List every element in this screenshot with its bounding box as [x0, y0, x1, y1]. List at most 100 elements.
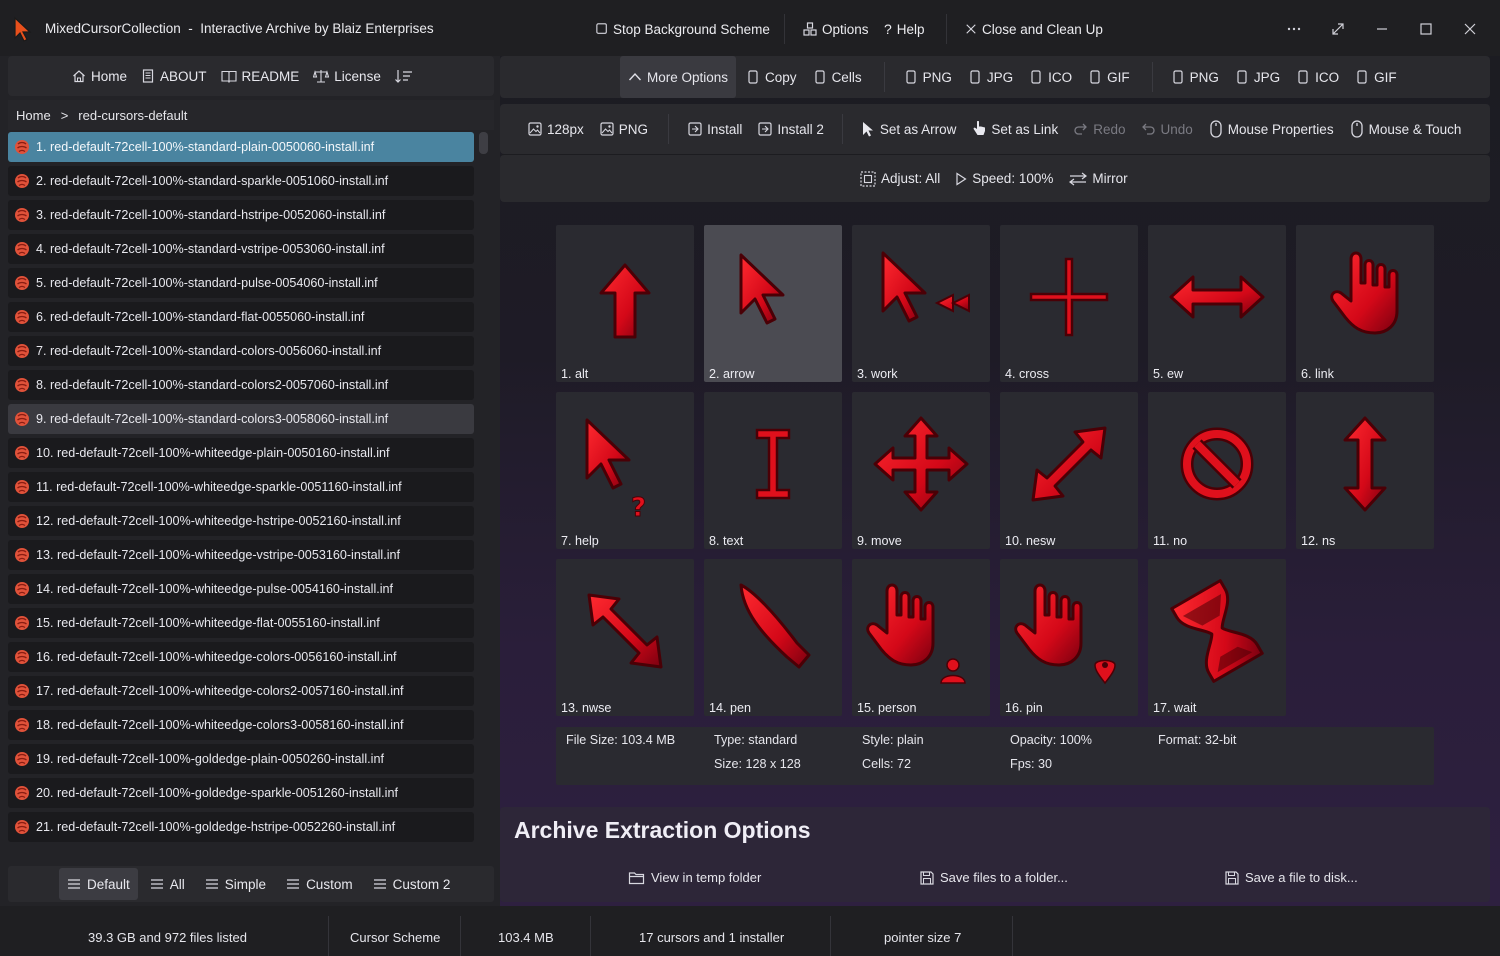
file-list-item[interactable]: 15. red-default-72cell-100%-whiteedge-fl… — [8, 608, 474, 638]
copy-jpg-button[interactable]: JPG — [968, 70, 1013, 85]
cursor-file-icon — [15, 514, 29, 528]
file-list[interactable]: 1. red-default-72cell-100%-standard-plai… — [8, 132, 474, 854]
cursor-cell[interactable]: 8. text — [704, 392, 842, 549]
cursor-cell[interactable]: 10. nesw — [1000, 392, 1138, 549]
help-button[interactable]: ? Help — [884, 18, 925, 40]
size-button[interactable]: 128px — [528, 122, 584, 137]
file-list-item[interactable]: 5. red-default-72cell-100%-standard-puls… — [8, 268, 474, 298]
file-list-item[interactable]: 13. red-default-72cell-100%-whiteedge-vs… — [8, 540, 474, 570]
png-button[interactable]: PNG — [600, 122, 648, 137]
maximize-button[interactable] — [1415, 18, 1437, 40]
home-link[interactable]: Home — [72, 69, 127, 84]
save-gif-button[interactable]: GIF — [1355, 70, 1397, 85]
redo-button[interactable]: Redo — [1074, 122, 1125, 137]
mouse-properties-button[interactable]: Mouse Properties — [1209, 120, 1334, 138]
cursor-cell[interactable]: 4. cross — [1000, 225, 1138, 382]
install-button[interactable]: Install — [688, 122, 742, 137]
speed-button[interactable]: Speed: 100% — [955, 171, 1053, 186]
cursor-cell[interactable]: 16. pin — [1000, 559, 1138, 716]
options-icon — [803, 22, 817, 36]
file-list-item[interactable]: 1. red-default-72cell-100%-standard-plai… — [8, 132, 474, 162]
cursor-cell[interactable]: 1. alt — [556, 225, 694, 382]
close-and-clean-up-button[interactable]: Close and Clean Up — [965, 18, 1103, 40]
adjust-grid-icon — [860, 170, 876, 187]
adjust-button[interactable]: Adjust: All — [860, 170, 940, 187]
file-list-item[interactable]: 17. red-default-72cell-100%-whiteedge-co… — [8, 676, 474, 706]
license-link[interactable]: License — [313, 69, 381, 84]
sort-button[interactable] — [394, 69, 413, 83]
file-list-item[interactable]: 8. red-default-72cell-100%-standard-colo… — [8, 370, 474, 400]
breadcrumb-home[interactable]: Home — [16, 108, 51, 123]
file-list-item[interactable]: 10. red-default-72cell-100%-whiteedge-pl… — [8, 438, 474, 468]
copy-png-button[interactable]: PNG — [904, 70, 952, 85]
install-2-button[interactable]: Install 2 — [758, 122, 824, 137]
copy-gif-button[interactable]: GIF — [1088, 70, 1130, 85]
set-as-arrow-button[interactable]: Set as Arrow — [861, 121, 956, 137]
file-list-item[interactable]: 7. red-default-72cell-100%-standard-colo… — [8, 336, 474, 366]
cursor-cell[interactable]: 11. no — [1148, 392, 1286, 549]
file-list-item[interactable]: 12. red-default-72cell-100%-whiteedge-hs… — [8, 506, 474, 536]
cursor-cell-label: 13. nwse — [561, 701, 612, 715]
file-list-item[interactable]: 2. red-default-72cell-100%-standard-spar… — [8, 166, 474, 196]
copy-ico-button[interactable]: ICO — [1029, 70, 1072, 85]
cursor-file-icon — [15, 208, 29, 222]
undo-button[interactable]: Undo — [1141, 122, 1193, 137]
cursor-cell[interactable]: 12. ns — [1296, 392, 1434, 549]
save-file-to-disk-button[interactable]: Save a file to disk... — [1225, 870, 1358, 885]
readme-link[interactable]: README — [220, 69, 299, 84]
cursor-cell-label: 4. cross — [1005, 367, 1050, 381]
cursor-cell[interactable]: 13. nwse — [556, 559, 694, 716]
cursor-cell[interactable]: 6. link — [1296, 225, 1434, 382]
file-list-item[interactable]: 19. red-default-72cell-100%-goldedge-pla… — [8, 744, 474, 774]
cursor-cell[interactable]: ? 7. help — [556, 392, 694, 549]
file-list-item[interactable]: 6. red-default-72cell-100%-standard-flat… — [8, 302, 474, 332]
tab-simple[interactable]: Simple — [197, 868, 274, 900]
options-button[interactable]: Options — [803, 18, 869, 40]
cross-cursor-icon — [1029, 257, 1109, 337]
cursor-cell[interactable]: 15. person — [852, 559, 990, 716]
breadcrumb-current[interactable]: red-cursors-default — [78, 108, 187, 123]
cursor-cell[interactable]: 17. wait — [1148, 559, 1286, 716]
cursor-cell[interactable]: 3. work — [852, 225, 990, 382]
tab-custom[interactable]: Custom — [278, 868, 361, 900]
file-list-scrollbar[interactable] — [479, 132, 488, 154]
stop-background-scheme-button[interactable]: Stop Background Scheme — [596, 18, 770, 40]
save-ico-button[interactable]: ICO — [1296, 70, 1339, 85]
tab-custom-2[interactable]: Custom 2 — [365, 868, 459, 900]
file-list-item[interactable]: 11. red-default-72cell-100%-whiteedge-sp… — [8, 472, 474, 502]
expand-button[interactable] — [1327, 18, 1349, 40]
mouse-and-touch-button[interactable]: Mouse & Touch — [1350, 120, 1461, 138]
file-list-item[interactable]: 4. red-default-72cell-100%-standard-vstr… — [8, 234, 474, 264]
cursor-cell[interactable]: 9. move — [852, 392, 990, 549]
copy-button[interactable]: Copy — [746, 70, 797, 85]
nwse-resize-cursor-icon — [587, 593, 663, 669]
tab-default[interactable]: Default — [59, 868, 138, 900]
minimize-button[interactable] — [1371, 18, 1393, 40]
save-png-button[interactable]: PNG — [1171, 70, 1219, 85]
cursor-cell-label: 2. arrow — [709, 367, 755, 381]
close-window-button[interactable] — [1459, 18, 1481, 40]
file-list-item-label: 11. red-default-72cell-100%-whiteedge-sp… — [36, 480, 402, 494]
file-list-item[interactable]: 20. red-default-72cell-100%-goldedge-spa… — [8, 778, 474, 808]
more-options-button[interactable]: More Options — [620, 56, 737, 98]
cursor-cell[interactable]: 14. pen — [704, 559, 842, 716]
mirror-button[interactable]: Mirror — [1069, 171, 1128, 186]
tab-all[interactable]: All — [142, 868, 193, 900]
cursor-file-icon — [15, 718, 29, 732]
cursor-cell[interactable]: 5. ew — [1148, 225, 1286, 382]
file-list-item[interactable]: 16. red-default-72cell-100%-whiteedge-co… — [8, 642, 474, 672]
info-file-size: File Size: 103.4 MB — [566, 733, 676, 747]
file-list-item[interactable]: 3. red-default-72cell-100%-standard-hstr… — [8, 200, 474, 230]
save-jpg-button[interactable]: JPG — [1235, 70, 1280, 85]
view-in-temp-folder-button[interactable]: View in temp folder — [628, 870, 761, 885]
file-list-item[interactable]: 14. red-default-72cell-100%-whiteedge-pu… — [8, 574, 474, 604]
about-link[interactable]: ABOUT — [141, 69, 207, 84]
file-list-item[interactable]: 18. red-default-72cell-100%-whiteedge-co… — [8, 710, 474, 740]
file-list-item[interactable]: 21. red-default-72cell-100%-goldedge-hst… — [8, 812, 474, 842]
cursor-cell[interactable]: 2. arrow — [704, 225, 842, 382]
more-button[interactable] — [1283, 18, 1305, 40]
file-list-item[interactable]: 9. red-default-72cell-100%-standard-colo… — [8, 404, 474, 434]
set-as-link-button[interactable]: Set as Link — [972, 120, 1058, 138]
save-files-to-folder-button[interactable]: Save files to a folder... — [920, 870, 1068, 885]
cells-button[interactable]: Cells — [813, 70, 862, 85]
